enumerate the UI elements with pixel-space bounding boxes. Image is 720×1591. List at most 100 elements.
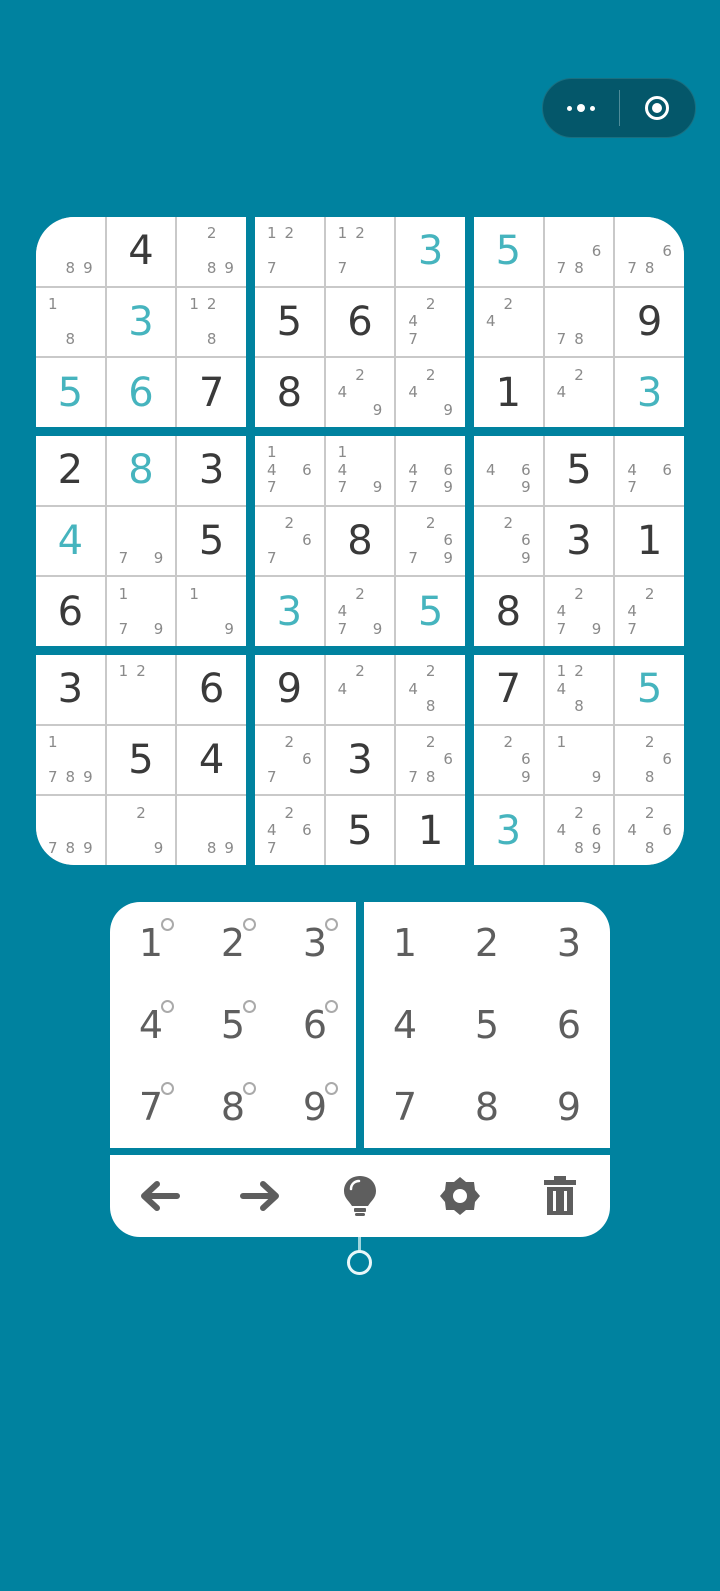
sudoku-cell[interactable]: 26 78 [396, 725, 465, 795]
sudoku-cell[interactable]: 1 [396, 796, 465, 865]
note-key[interactable]: 7 [110, 1066, 192, 1148]
sudoku-cell[interactable]: 127 [325, 217, 395, 286]
sudoku-cell[interactable]: 247 [615, 577, 684, 646]
sudoku-cell[interactable]: 3 [615, 358, 684, 427]
sudoku-cell[interactable]: 24 [544, 358, 614, 427]
sudoku-cell[interactable]: 24 9 [396, 358, 465, 427]
note-key[interactable]: 6 [274, 984, 356, 1066]
sudoku-cell[interactable]: 269 [474, 506, 543, 576]
number-key[interactable]: 5 [446, 984, 528, 1066]
sudoku-cell[interactable]: 8 [474, 577, 543, 646]
note-key[interactable]: 2 [192, 902, 274, 984]
sudoku-cell[interactable]: 3 [36, 655, 105, 724]
sudoku-cell[interactable]: 24 689 [544, 796, 614, 865]
sudoku-cell[interactable]: 8 [255, 358, 324, 427]
sudoku-cell[interactable]: 8 [106, 436, 176, 505]
note-key[interactable]: 9 [274, 1066, 356, 1148]
sudoku-cell[interactable]: 4 6 7 9 [396, 436, 465, 505]
sudoku-cell[interactable]: 4 [177, 725, 246, 795]
delete-button[interactable] [530, 1166, 590, 1226]
sudoku-cell[interactable]: 247 [396, 287, 465, 357]
redo-button[interactable] [230, 1166, 290, 1226]
sudoku-cell[interactable]: 79 [106, 506, 176, 576]
sudoku-cell[interactable]: 89 [177, 796, 246, 865]
close-mini-program-button[interactable] [620, 79, 696, 137]
sudoku-cell[interactable]: 247 9 [544, 577, 614, 646]
sudoku-cell[interactable]: 24 68 [615, 796, 684, 865]
more-button[interactable] [543, 79, 619, 137]
sudoku-cell[interactable]: 18 [36, 287, 105, 357]
sudoku-cell[interactable]: 6 [177, 655, 246, 724]
sudoku-cell[interactable]: 248 [396, 655, 465, 724]
sudoku-cell[interactable]: 2 89 [177, 217, 246, 286]
sudoku-cell[interactable]: 4 69 [474, 436, 543, 505]
sudoku-cell[interactable]: 8 [325, 506, 395, 576]
sudoku-cell[interactable]: 24 9 [325, 358, 395, 427]
number-key[interactable]: 9 [528, 1066, 610, 1148]
number-key[interactable]: 6 [528, 984, 610, 1066]
sudoku-cell[interactable]: 1 7 9 [106, 577, 176, 646]
number-key[interactable]: 4 [364, 984, 446, 1066]
sudoku-cell[interactable]: 127 [255, 217, 324, 286]
sudoku-cell[interactable]: 5 [36, 358, 105, 427]
hint-button[interactable] [330, 1166, 390, 1226]
sudoku-cell[interactable]: 6 78 [615, 217, 684, 286]
sudoku-cell[interactable]: 247 9 [325, 577, 395, 646]
sudoku-cell[interactable]: 268 [615, 725, 684, 795]
sudoku-cell[interactable]: 9 [615, 287, 684, 357]
sudoku-cell[interactable]: 4 6 7 [615, 436, 684, 505]
sudoku-cell[interactable]: 5 [615, 655, 684, 724]
note-key[interactable]: 3 [274, 902, 356, 984]
sudoku-cell[interactable]: 12 8 [177, 287, 246, 357]
sudoku-cell[interactable]: 2 [36, 436, 105, 505]
sudoku-cell[interactable]: 3 [255, 577, 324, 646]
sudoku-cell[interactable]: 5 [255, 287, 324, 357]
sudoku-cell[interactable]: 6 [36, 577, 105, 646]
sudoku-cell[interactable]: 6 [325, 287, 395, 357]
sudoku-cell[interactable]: 5 [177, 506, 246, 576]
sudoku-cell[interactable]: 3 [177, 436, 246, 505]
sudoku-cell[interactable]: 7 [177, 358, 246, 427]
sudoku-cell[interactable]: 89 [36, 217, 105, 286]
sudoku-cell[interactable]: 6 78 [544, 217, 614, 286]
number-key[interactable]: 8 [446, 1066, 528, 1148]
sudoku-cell[interactable]: 19 [544, 725, 614, 795]
sudoku-cell[interactable]: 26 7 [255, 506, 324, 576]
sudoku-cell[interactable]: 5 [396, 577, 465, 646]
sudoku-cell[interactable]: 6 [106, 358, 176, 427]
sudoku-cell[interactable]: 24 [474, 287, 543, 357]
sudoku-cell[interactable]: 1 [615, 506, 684, 576]
sudoku-cell[interactable]: 3 [474, 796, 543, 865]
settings-button[interactable] [430, 1166, 490, 1226]
sudoku-cell[interactable]: 24 6 7 [255, 796, 324, 865]
sudoku-cell[interactable]: 5 [544, 436, 614, 505]
number-key[interactable]: 3 [528, 902, 610, 984]
sudoku-cell[interactable]: 12 [106, 655, 176, 724]
sudoku-cell[interactable]: 5 [106, 725, 176, 795]
number-key[interactable]: 1 [364, 902, 446, 984]
sudoku-cell[interactable]: 1248 [544, 655, 614, 724]
sudoku-cell[interactable]: 26 7 [255, 725, 324, 795]
sudoku-cell[interactable]: 1 [474, 358, 543, 427]
sudoku-cell[interactable]: 19 [177, 577, 246, 646]
sudoku-cell[interactable]: 1789 [36, 725, 105, 795]
sudoku-cell[interactable]: 3 [325, 725, 395, 795]
sudoku-cell[interactable]: 78 [544, 287, 614, 357]
sudoku-cell[interactable]: 26 7 9 [396, 506, 465, 576]
sudoku-cell[interactable]: 24 [325, 655, 395, 724]
sudoku-cell[interactable]: 4 [106, 217, 176, 286]
sudoku-cell[interactable]: 4 [36, 506, 105, 576]
undo-button[interactable] [130, 1166, 190, 1226]
sudoku-cell[interactable]: 5 [474, 217, 543, 286]
sudoku-cell[interactable]: 3 [544, 506, 614, 576]
sudoku-cell[interactable]: 789 [36, 796, 105, 865]
sudoku-cell[interactable]: 3 [106, 287, 176, 357]
sudoku-cell[interactable]: 5 [325, 796, 395, 865]
sudoku-cell[interactable]: 9 [255, 655, 324, 724]
note-key[interactable]: 8 [192, 1066, 274, 1148]
sudoku-cell[interactable]: 7 [474, 655, 543, 724]
number-key[interactable]: 7 [364, 1066, 446, 1148]
note-key[interactable]: 5 [192, 984, 274, 1066]
sudoku-cell[interactable]: 3 [396, 217, 465, 286]
sudoku-cell[interactable]: 29 [106, 796, 176, 865]
